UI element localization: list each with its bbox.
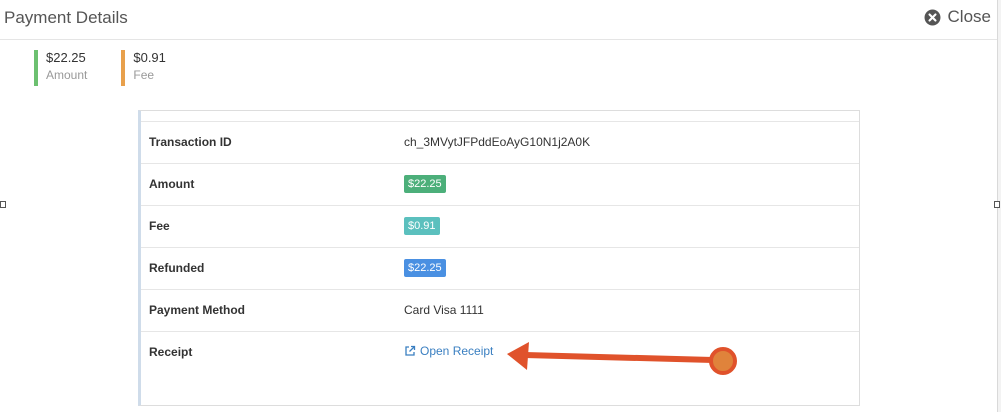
payment-method-label: Payment Method — [149, 303, 246, 317]
row-receipt: Receipt Open Receipt — [141, 332, 859, 392]
close-label: Close — [947, 7, 991, 26]
summary-amount-label: Amount — [46, 68, 88, 82]
payment-details-modal: Payment Details Close $22.25 Amount $0.9… — [0, 0, 1001, 412]
annotation-arrow — [507, 342, 737, 375]
refunded-label: Refunded — [149, 261, 205, 275]
fee-label: Fee — [149, 219, 170, 233]
panel-top-spacer — [141, 111, 859, 122]
refunded-badge: $22.25 — [404, 259, 446, 277]
receipt-label: Receipt — [149, 345, 193, 359]
modal-header: Payment Details Close — [0, 0, 997, 40]
amount-label: Amount — [149, 177, 195, 191]
row-payment-method: Payment Method Card Visa 1111 — [141, 290, 859, 332]
external-link-icon — [405, 345, 416, 356]
resize-handle-left[interactable] — [0, 201, 6, 208]
amount-badge: $22.25 — [404, 175, 446, 193]
details-panel: Transaction ID ch_3MVytJFPddEoAyG10N1j2A… — [138, 110, 860, 406]
summary-fee-label: Fee — [133, 68, 155, 82]
close-circle-icon — [924, 9, 940, 25]
row-refunded: Refunded $22.25 — [141, 248, 859, 290]
payment-summary: $22.25 Amount $0.91 Fee — [34, 50, 200, 86]
row-transaction-id: Transaction ID ch_3MVytJFPddEoAyG10N1j2A… — [141, 122, 859, 164]
payment-method-value: Card Visa 1111 — [404, 303, 484, 317]
summary-amount: $22.25 Amount — [34, 50, 87, 86]
modal-title: Payment Details — [4, 8, 128, 27]
summary-fee: $0.91 Fee — [121, 50, 166, 86]
summary-amount-value: $22.25 — [46, 50, 86, 65]
receipt-link-label: Open Receipt — [420, 344, 494, 358]
row-amount: Amount $22.25 — [141, 164, 859, 206]
summary-fee-value: $0.91 — [133, 50, 166, 65]
row-fee: Fee $0.91 — [141, 206, 859, 248]
fee-badge: $0.91 — [404, 217, 440, 235]
receipt-link[interactable]: Open Receipt — [404, 344, 493, 358]
transaction-id-label: Transaction ID — [149, 135, 232, 149]
resize-handle-right[interactable] — [994, 201, 1000, 208]
close-button[interactable]: Close — [924, 7, 991, 27]
transaction-id-value: ch_3MVytJFPddEoAyG10N1j2A0K — [404, 135, 591, 149]
